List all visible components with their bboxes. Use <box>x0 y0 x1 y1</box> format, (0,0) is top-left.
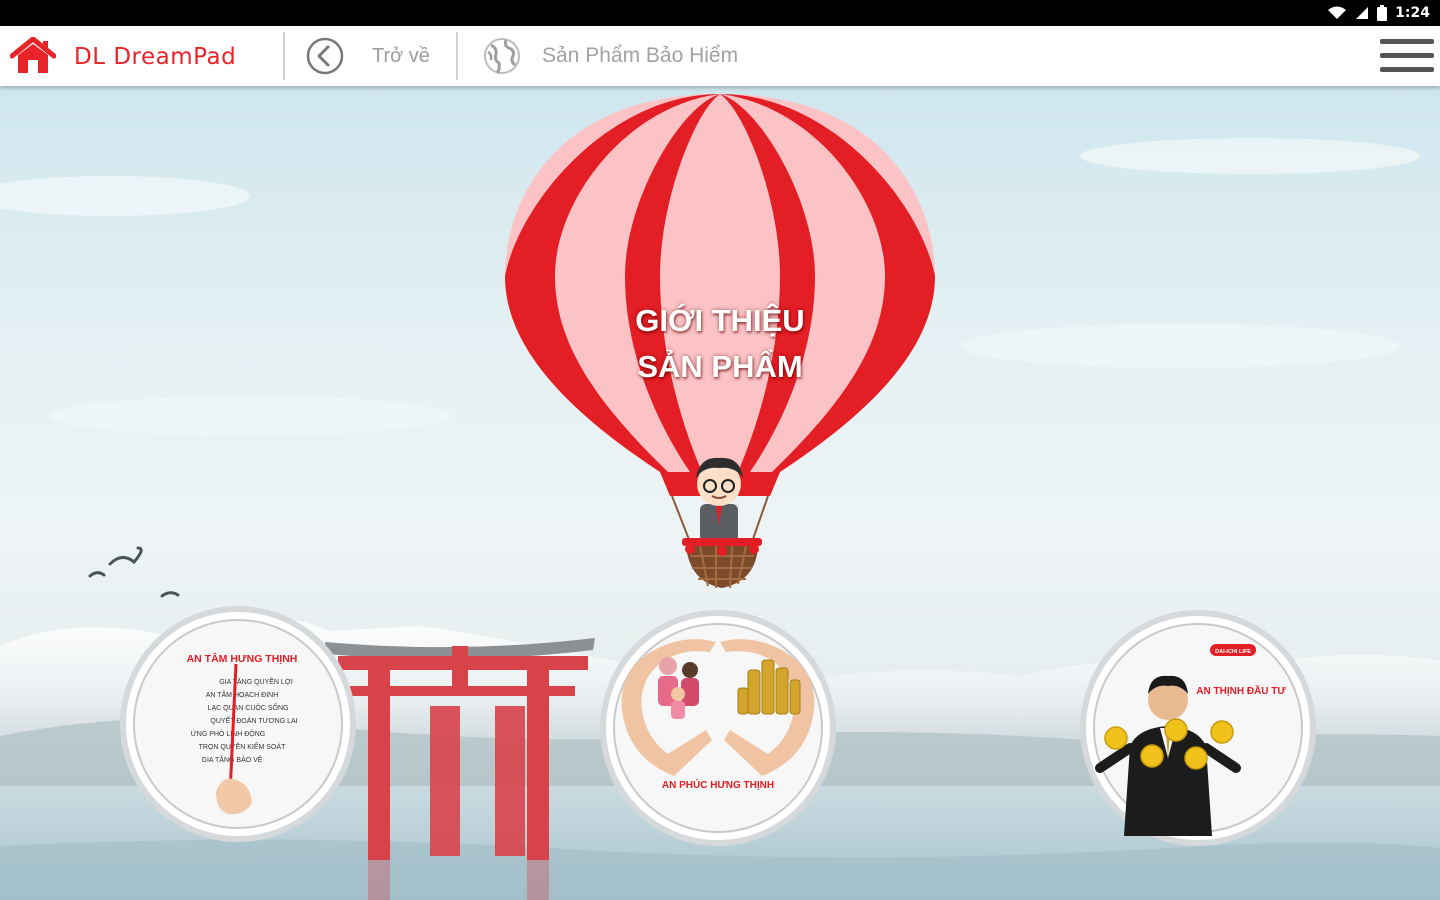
product-line: AN TÂM HOẠCH ĐỊNH <box>206 690 279 699</box>
menu-bar <box>1380 53 1434 58</box>
section-title: Sản Phẩm Bảo Hiểm <box>542 44 739 67</box>
product-an-thinh-dau-tu[interactable]: DAI-ICHI LIFE AN THỊNH ĐẦU TƯ <box>1078 608 1318 848</box>
balloon-basket <box>682 538 762 589</box>
back-label: Trở về <box>372 44 430 67</box>
balloon-title-line: GIỚI THIỆU <box>635 303 805 338</box>
product-medallion: AN PHÚC HƯNG THỊNH <box>600 610 836 846</box>
back-chevron-icon <box>306 37 344 75</box>
menu-bar <box>1380 67 1434 72</box>
product-line: ỨNG PHÓ LINH ĐỘNG <box>191 729 265 738</box>
status-time: 1:24 <box>1395 5 1430 21</box>
menu-button[interactable] <box>1378 36 1436 76</box>
back-button[interactable]: Trở về <box>306 34 430 78</box>
birds <box>88 546 180 598</box>
divider <box>456 32 458 80</box>
home-button[interactable] <box>9 36 57 75</box>
battery-icon <box>1377 5 1388 21</box>
product-title: AN THỊNH ĐẦU TƯ <box>1196 684 1286 697</box>
product-title: AN PHÚC HƯNG THỊNH <box>662 778 774 791</box>
home-icon <box>9 36 57 73</box>
brand-badge-text: DAI-ICHI LIFE <box>1215 649 1251 655</box>
status-icons: 1:24 <box>1327 4 1430 22</box>
balloon-title-line: SẢN PHẨM <box>637 349 803 384</box>
status-bar: 1:24 <box>0 0 1440 26</box>
product-medallion: AN TÂM HƯNG THỊNH GIA TĂNG QUYỀN LỢI AN … <box>120 606 356 842</box>
product-an-tam-hung-thinh[interactable]: AN TÂM HƯNG THỊNH GIA TĂNG QUYỀN LỢI AN … <box>118 604 358 844</box>
brand-name: DL DreamPad <box>74 44 237 70</box>
divider <box>283 32 285 80</box>
product-title: AN TÂM HƯNG THỊNH <box>187 652 298 665</box>
product-scene: GIỚI THIỆU SẢN PHẨM AN TÂM HƯNG THỊNH GI… <box>0 86 1440 900</box>
app-bar: DL DreamPad Trở về Sản Phẩm Bảo Hiểm <box>0 26 1440 86</box>
globe-icon <box>484 38 520 75</box>
cartoon-man <box>696 457 743 542</box>
signal-icon <box>1356 7 1369 19</box>
section-header: Sản Phẩm Bảo Hiểm <box>482 34 738 78</box>
product-medallion: DAI-ICHI LIFE AN THỊNH ĐẦU TƯ <box>1080 610 1316 846</box>
wifi-icon <box>1328 6 1347 19</box>
balloon-title[interactable]: GIỚI THIỆU SẢN PHẨM <box>560 298 880 390</box>
product-an-phuc-hung-thinh[interactable]: AN PHÚC HƯNG THỊNH <box>598 608 838 848</box>
menu-bar <box>1380 39 1434 44</box>
